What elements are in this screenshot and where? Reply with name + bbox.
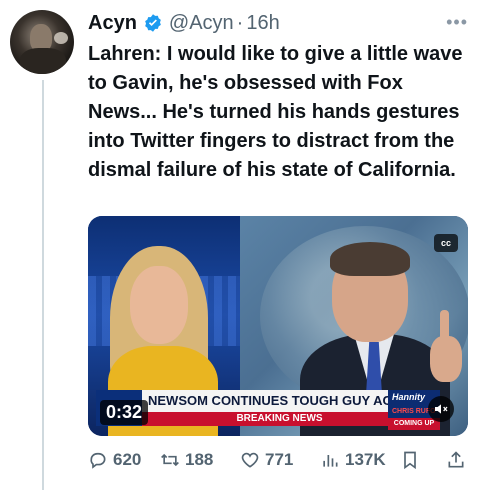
speaker-hand <box>430 336 462 382</box>
reply-button[interactable]: 620 <box>88 450 141 470</box>
like-count: 771 <box>265 450 294 469</box>
bookmark-icon <box>404 451 416 470</box>
mute-button[interactable] <box>428 396 454 422</box>
retweet-button[interactable]: 188 <box>160 450 213 470</box>
thread-line <box>42 80 44 490</box>
like-button[interactable]: 771 <box>240 450 293 470</box>
video-player[interactable]: cc NEWSOM CONTINUES TOUGH GUY ACT BREAKI… <box>88 216 468 436</box>
author-handle[interactable]: @Acyn <box>169 12 234 35</box>
avatar-light <box>54 32 68 44</box>
show-coming-up: COMING UP <box>388 418 440 430</box>
closed-captions-button[interactable]: cc <box>434 234 458 252</box>
tweet-time[interactable]: 16h <box>246 12 279 35</box>
avatar-body <box>20 48 66 74</box>
anchor-face <box>130 266 188 344</box>
views-button[interactable]: 137K <box>320 450 386 470</box>
bookmark-button[interactable] <box>400 450 420 470</box>
views-chart-icon <box>323 455 338 467</box>
action-bar: 620 188 771 137K <box>88 444 473 476</box>
verified-badge-icon <box>145 14 161 32</box>
tweet-header: Acyn @Acyn · 16h <box>88 10 280 36</box>
more-options-icon[interactable]: ••• <box>446 12 468 33</box>
speaker-hair <box>330 242 410 276</box>
share-button[interactable] <box>446 450 466 470</box>
author-name[interactable]: Acyn <box>88 12 137 35</box>
show-name: Hannity <box>392 392 426 402</box>
tweet-text: Lahren: I would like to give a little wa… <box>88 43 463 181</box>
heart-icon <box>241 452 259 468</box>
reply-icon <box>90 452 106 469</box>
views-count: 137K <box>345 450 386 469</box>
share-icon <box>448 451 464 468</box>
retweet-count: 188 <box>185 450 214 469</box>
retweet-icon <box>161 453 179 467</box>
avatar[interactable] <box>10 10 74 74</box>
chyron-headline: NEWSOM CONTINUES TOUGH GUY ACT <box>142 390 417 412</box>
separator-dot: · <box>236 11 244 34</box>
chyron-banner: BREAKING NEWS <box>142 412 417 426</box>
video-duration: 0:32 <box>100 400 149 425</box>
speaker-muted-icon <box>435 404 448 414</box>
reply-count: 620 <box>113 450 142 469</box>
